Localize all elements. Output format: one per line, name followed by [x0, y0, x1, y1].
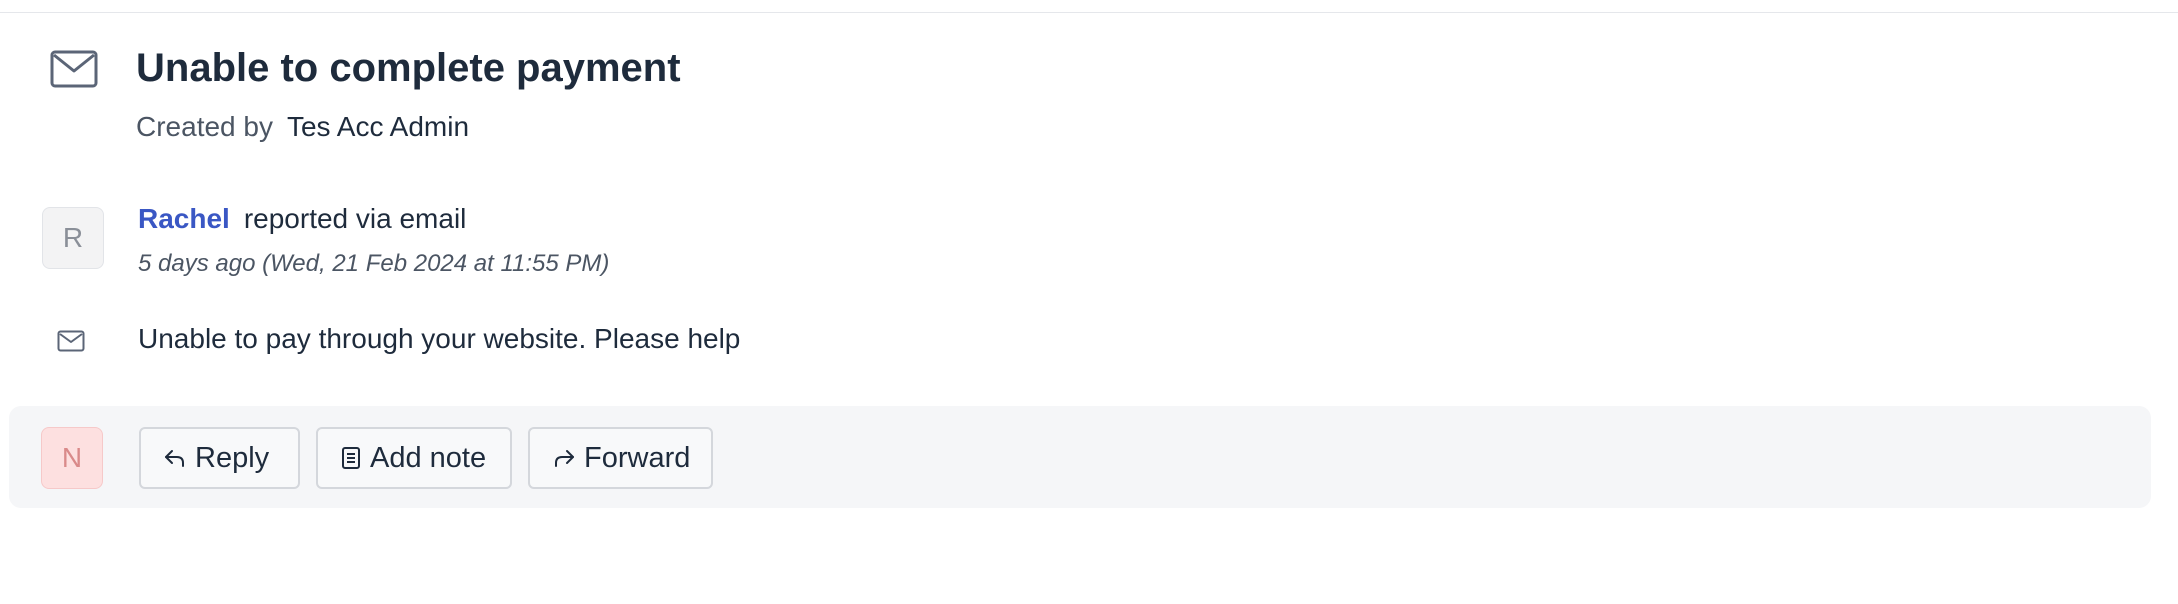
- add-note-button[interactable]: Add note: [316, 427, 512, 489]
- created-by-label: Created by: [136, 111, 273, 142]
- message-body: Unable to pay through your website. Plea…: [138, 323, 741, 354]
- reporter-name-link[interactable]: Rachel: [138, 203, 230, 234]
- forward-button-label: Forward: [584, 441, 691, 474]
- created-by-line: Created by Tes Acc Admin: [136, 110, 469, 144]
- agent-avatar[interactable]: N: [41, 427, 103, 489]
- forward-icon: [555, 450, 574, 467]
- reply-button[interactable]: Reply: [139, 427, 300, 489]
- top-divider: [0, 12, 2178, 13]
- reporter-action-text: reported via email: [243, 203, 467, 234]
- note-icon: [342, 447, 360, 469]
- creator-name[interactable]: Tes Acc Admin: [287, 111, 469, 142]
- mail-icon: [50, 50, 98, 88]
- reply-icon: [165, 450, 184, 467]
- reply-button-label: Reply: [195, 441, 270, 474]
- forward-button[interactable]: Forward: [528, 427, 713, 489]
- message-timestamp: 5 days ago (Wed, 21 Feb 2024 at 11:55 PM…: [138, 250, 610, 277]
- reporter-avatar[interactable]: R: [42, 207, 104, 269]
- reporter-line: Rachel reported via email: [138, 202, 466, 236]
- ticket-title: Unable to complete payment: [136, 46, 681, 90]
- add-note-button-label: Add note: [370, 441, 487, 474]
- mail-icon: [57, 330, 85, 352]
